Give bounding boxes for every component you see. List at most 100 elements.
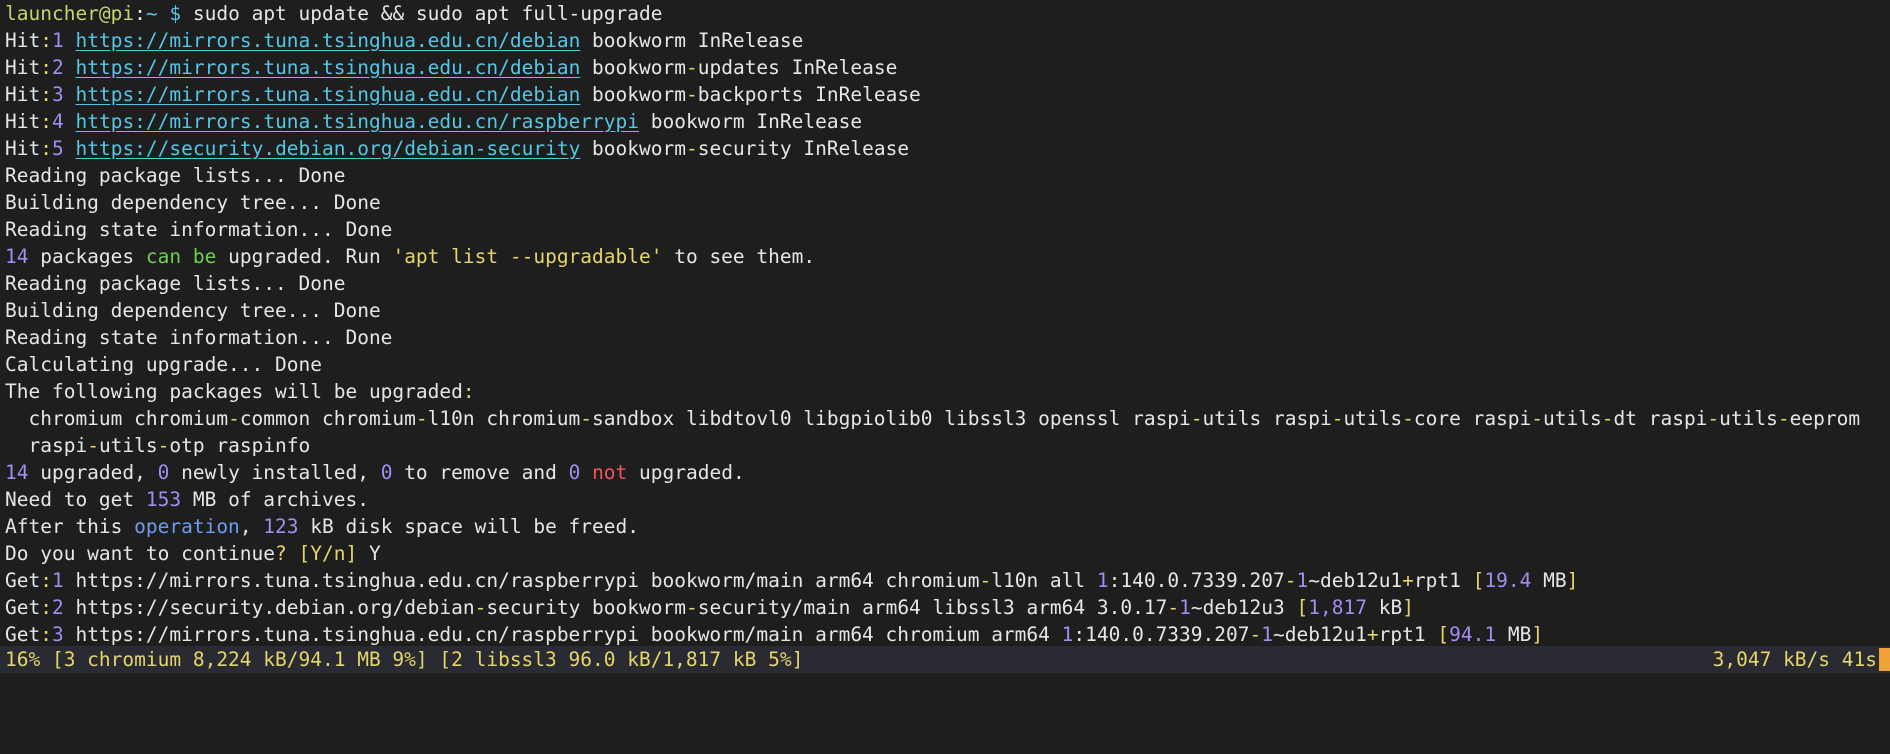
terminal-line: The following packages will be upgraded: (5, 378, 1890, 405)
terminal-text: - (474, 596, 487, 619)
terminal-text: Need to get (5, 488, 146, 511)
terminal-text: 0 (157, 461, 170, 484)
terminal-text: Hit (5, 56, 41, 79)
terminal-text: 1 (1296, 569, 1309, 592)
terminal-text: l10n all (991, 569, 1097, 592)
terminal-line: Reading state information... Done (5, 216, 1890, 243)
terminal-text: https://mirrors.tuna.tsinghua.edu.cn/ras… (63, 569, 980, 592)
terminal-text: - (1249, 623, 1262, 646)
terminal-text: sudo apt update && sudo apt full-upgrade (192, 2, 663, 25)
terminal-line: Do you want to continue? [Y/n] Y (5, 540, 1890, 567)
terminal-text: Reading package lists... Done (5, 164, 346, 187)
terminal-text: 0 (568, 461, 581, 484)
terminal-text: kB (1366, 596, 1403, 619)
terminal-text: : (40, 569, 52, 592)
terminal-text: MB of archives. (181, 488, 369, 511)
terminal-text: otp raspinfo (169, 434, 311, 457)
terminal-text: - (685, 596, 698, 619)
terminal-line: Get:3 https://mirrors.tuna.tsinghua.edu.… (5, 621, 1890, 648)
terminal-line: Reading package lists... Done (5, 270, 1890, 297)
terminal-text: - (87, 434, 99, 457)
download-progress-bar: 16% [3 chromium 8,224 kB/94.1 MB 9%] [2 … (0, 646, 1890, 673)
terminal-text: [ (1472, 569, 1485, 592)
terminal-text: Get (5, 569, 41, 592)
terminal-text: l10n chromium (427, 407, 581, 430)
terminal-text: - (979, 569, 992, 592)
terminal-text: security bookworm (486, 596, 686, 619)
terminal-text: - (1777, 407, 1790, 430)
terminal-window[interactable]: launcher@pi:~ $ sudo apt update && sudo … (0, 0, 1890, 679)
url-link[interactable]: https://mirrors.tuna.tsinghua.edu.cn/deb… (75, 29, 580, 52)
terminal-text: : (40, 110, 52, 133)
terminal-text: - (1707, 407, 1720, 430)
terminal-text: Hit (5, 29, 41, 52)
terminal-text: bookworm InRelease (580, 29, 804, 52)
terminal-line: Calculating upgrade... Done (5, 351, 1890, 378)
terminal-text: $ (157, 2, 193, 25)
terminal-text: bookworm (580, 83, 686, 106)
terminal-text: Calculating upgrade... Done (5, 353, 322, 376)
terminal-text: ] (1531, 623, 1544, 646)
terminal-text: utils (1343, 407, 1403, 430)
terminal-text: ~deb12u1 (1273, 623, 1367, 646)
terminal-text: : (40, 83, 52, 106)
terminal-text: [ (1296, 596, 1309, 619)
terminal-line: Hit:4 https://mirrors.tuna.tsinghua.edu.… (5, 108, 1890, 135)
terminal-text: 1 (51, 569, 64, 592)
terminal-text: - (228, 407, 240, 430)
url-link[interactable]: https://mirrors.tuna.tsinghua.edu.cn/ras… (75, 110, 639, 133)
terminal-text: not (592, 461, 628, 484)
terminal-text: - (1190, 407, 1203, 430)
terminal-line: Hit:5 https://security.debian.org/debian… (5, 135, 1890, 162)
terminal-text: to see them. (662, 245, 816, 268)
terminal-text: : (462, 380, 475, 403)
terminal-text: ~deb12u3 (1190, 596, 1297, 619)
terminal-text: 3 (51, 623, 64, 646)
terminal-text: packages (28, 245, 146, 268)
terminal-text: 'apt list --upgradable' (392, 245, 663, 268)
terminal-text: Building dependency tree... Done (5, 299, 381, 322)
terminal-text: Reading package lists... Done (5, 272, 346, 295)
terminal-text: Reading state information... Done (5, 326, 393, 349)
terminal-text: Do you want to continue (5, 542, 276, 565)
terminal-text: - (1284, 569, 1297, 592)
terminal-text: updates InRelease (697, 56, 898, 79)
terminal-text: https://mirrors.tuna.tsinghua.edu.cn/ras… (63, 623, 1062, 646)
terminal-text: Hit (5, 137, 41, 160)
terminal-text: security InRelease (697, 137, 910, 160)
terminal-text: [ (1437, 623, 1450, 646)
terminal-text: - (1331, 407, 1344, 430)
url-link[interactable]: https://mirrors.tuna.tsinghua.edu.cn/deb… (75, 56, 580, 79)
terminal-text: - (1531, 407, 1544, 430)
url-link[interactable]: https://security.debian.org/debian-secur… (75, 137, 580, 160)
download-speed-text: 3,047 kB/s 41s (1712, 648, 1877, 671)
terminal-line: Reading package lists... Done (5, 162, 1890, 189)
terminal-text: : (40, 56, 52, 79)
terminal-line: Building dependency tree... Done (5, 297, 1890, 324)
terminal-line: Need to get 153 MB of archives. (5, 486, 1890, 513)
terminal-line: Building dependency tree... Done (5, 189, 1890, 216)
terminal-text: can be (145, 245, 217, 268)
terminal-text: :140.0.7339.207 (1073, 623, 1250, 646)
url-link[interactable]: https://mirrors.tuna.tsinghua.edu.cn/deb… (75, 83, 580, 106)
terminal-line: Get:2 https://security.debian.org/debian… (5, 594, 1890, 621)
terminal-text: After this (5, 515, 135, 538)
terminal-text: utils (1719, 407, 1778, 430)
terminal-text: bookworm InRelease (639, 110, 863, 133)
terminal-text: 1,817 (1308, 596, 1367, 619)
terminal-text: - (685, 56, 698, 79)
terminal-text: sandbox libdtovl0 libgpiolib0 libssl3 op… (592, 407, 1191, 430)
terminal-text: Y (357, 542, 381, 565)
terminal-text: utils (98, 434, 158, 457)
terminal-text: raspi (5, 434, 88, 457)
terminal-text: launcher@pi (5, 2, 135, 25)
terminal-text: 3 (51, 83, 64, 106)
terminal-text: 0 (380, 461, 393, 484)
terminal-text: https://security.debian.org/debian (63, 596, 475, 619)
terminal-text: - (685, 137, 698, 160)
terminal-text: utils (1543, 407, 1602, 430)
terminal-text: , (239, 515, 264, 538)
